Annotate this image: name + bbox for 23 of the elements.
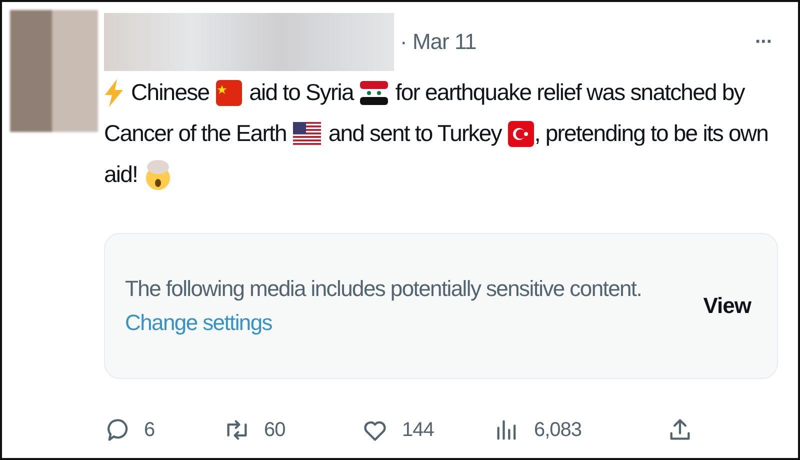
post-text: aid to Syria — [249, 79, 354, 106]
views-button[interactable]: 6,083 — [494, 417, 667, 443]
change-settings-link[interactable]: Change settings — [125, 310, 272, 336]
post-text: and sent to Turkey — [328, 120, 502, 147]
share-icon — [667, 417, 693, 443]
flag-icon — [216, 80, 242, 106]
post-text: for earthquake relief was snatched by — [395, 79, 744, 106]
flag-icon — [360, 80, 388, 104]
post-date: · Mar 11 — [400, 29, 476, 55]
post-text: aid! — [104, 161, 138, 188]
repost-button[interactable]: 60 — [224, 417, 362, 443]
post-text: Cancer of the Earth — [104, 120, 286, 147]
lightning-bolt-icon — [104, 78, 124, 106]
post-text: , pretending to be its own — [534, 120, 768, 147]
flag-icon — [508, 120, 534, 146]
warning-text: The following media includes potentially sensitive content. — [125, 276, 642, 302]
reply-button[interactable]: 6 — [104, 417, 224, 443]
exploding-head-icon — [144, 158, 172, 190]
post-text: Chinese — [131, 79, 210, 106]
view-button[interactable]: View — [697, 289, 757, 323]
more-button[interactable]: ··· — [749, 30, 778, 54]
like-button[interactable]: 144 — [362, 417, 494, 443]
flag-icon — [293, 122, 322, 146]
